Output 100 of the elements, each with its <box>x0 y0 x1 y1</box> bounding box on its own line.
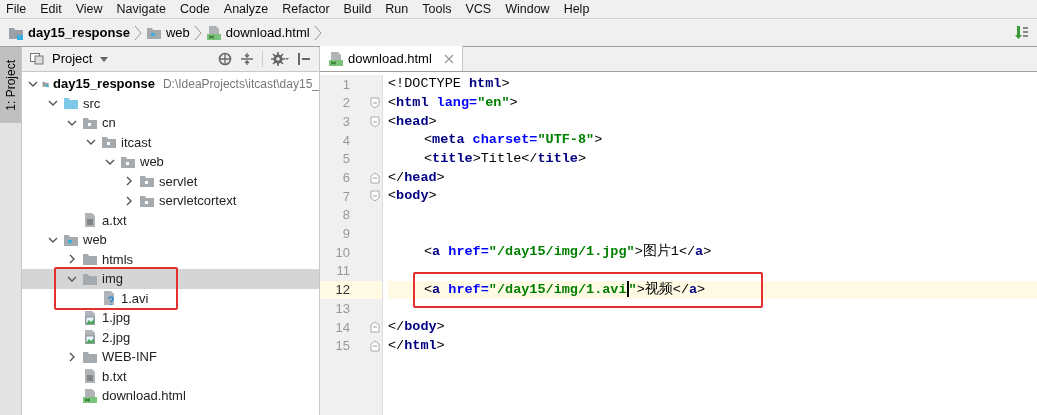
project-view-dropdown[interactable]: Project <box>52 49 109 69</box>
editor-tab[interactable]: download.html <box>320 46 463 71</box>
menu-item[interactable]: Help <box>563 0 590 19</box>
tree-item[interactable]: a.txt <box>22 210 319 230</box>
menu-item[interactable]: Refactor <box>282 0 330 19</box>
tree-item-label: servletcortext <box>159 192 237 210</box>
image-file-icon <box>82 309 98 326</box>
chevron-right-icon[interactable] <box>67 254 77 265</box>
menu-item[interactable]: Edit <box>40 0 62 19</box>
folder-icon <box>63 95 79 112</box>
breadcrumb-separator-icon <box>133 24 142 41</box>
fold-marker-icon[interactable] <box>370 97 380 110</box>
code-line: <a href="/day15/img/1.jpg">图片1</a> <box>423 242 712 262</box>
code-line: <body> <box>388 187 437 206</box>
code-line: </head> <box>388 168 445 187</box>
text-file-icon <box>82 368 98 385</box>
chevron-right-icon[interactable] <box>124 195 134 206</box>
code-line: <!DOCTYPE html> <box>388 75 510 94</box>
text-file-icon <box>82 212 98 229</box>
tree-item[interactable]: WEB-INF <box>22 347 319 367</box>
settings-icon[interactable] <box>271 52 289 66</box>
tree-item-label: cn <box>102 114 116 132</box>
fold-marker-icon[interactable] <box>370 190 380 203</box>
menu-item[interactable]: VCS <box>465 0 492 19</box>
tree-item[interactable]: htmls <box>22 249 319 269</box>
locate-icon[interactable] <box>218 52 232 66</box>
html-file-icon <box>205 24 222 41</box>
tree-item[interactable]: 1.avi <box>22 288 319 308</box>
tree-item-label: download.html <box>102 387 186 405</box>
tree-item-label: htmls <box>102 250 134 269</box>
menu-item[interactable]: View <box>75 0 103 19</box>
breadcrumb-separator-icon <box>193 24 202 41</box>
package-icon <box>101 134 117 151</box>
line-number: 1 <box>341 75 350 94</box>
code-line: <meta charset="UTF-8"> <box>423 131 603 150</box>
tree-item[interactable]: cn <box>22 113 319 133</box>
fold-marker-icon[interactable] <box>370 321 380 334</box>
tree-item-label: web <box>140 153 164 171</box>
menu-item[interactable]: Analyze <box>223 0 269 19</box>
line-number: 5 <box>341 150 350 169</box>
line-number: 8 <box>341 206 350 225</box>
folder-icon <box>82 251 98 268</box>
line-number: 12 <box>334 281 350 300</box>
line-number: 2 <box>341 94 350 113</box>
menu-item[interactable]: Build <box>343 0 372 19</box>
breadcrumb-separator-icon <box>313 24 322 41</box>
tree-item[interactable]: web <box>22 152 319 172</box>
tree-item-label: b.txt <box>102 367 127 386</box>
close-icon[interactable] <box>443 53 454 64</box>
menu-item[interactable]: File <box>6 0 27 19</box>
fold-marker-icon[interactable] <box>370 171 380 184</box>
fold-marker-icon[interactable] <box>370 115 380 128</box>
tree-item[interactable]: img <box>22 269 319 289</box>
hide-panel-icon[interactable] <box>297 52 311 66</box>
tree-item[interactable]: 2.jpg <box>22 327 319 347</box>
tree-item[interactable]: servlet <box>22 171 319 191</box>
code-line: </html> <box>388 336 445 355</box>
tree-item[interactable]: web <box>22 230 319 250</box>
chevron-right-icon[interactable] <box>124 176 134 187</box>
tree-item[interactable]: day15_response D:\IdeaProjects\itcast\day15_ <box>22 74 319 94</box>
chevron-right-icon[interactable] <box>67 351 77 362</box>
tree-item-label: web <box>83 231 107 249</box>
menu-item[interactable]: Run <box>385 0 409 19</box>
project-view-icon <box>30 53 44 65</box>
tree-item-label: src <box>83 94 101 113</box>
fold-marker-icon[interactable] <box>370 339 380 352</box>
project-tool-window-tab[interactable]: 1: Project <box>0 47 21 123</box>
tree-item-label: day15_response <box>53 75 155 93</box>
html-file-icon <box>328 50 344 67</box>
tree-item-label: a.txt <box>102 211 127 230</box>
menu-item[interactable]: Navigate <box>116 0 166 19</box>
tree-item[interactable]: b.txt <box>22 366 319 386</box>
caret-icon[interactable] <box>100 56 109 62</box>
menu-item[interactable]: Window <box>505 0 550 19</box>
tree-item[interactable]: download.html <box>22 386 319 406</box>
menu-item[interactable]: Tools <box>422 0 452 19</box>
collapse-all-icon[interactable] <box>240 52 254 66</box>
tree-item-label: 1.jpg <box>102 309 131 327</box>
tree-item[interactable]: itcast <box>22 132 319 152</box>
download-bits-icon[interactable] <box>1015 24 1029 41</box>
breadcrumb-item[interactable]: day15_response <box>8 22 130 43</box>
menu-item[interactable]: Code <box>179 0 210 19</box>
breadcrumb-item[interactable]: web <box>145 22 190 43</box>
tree-item[interactable]: 1.jpg <box>22 308 319 328</box>
code-line: <a href="/day15/img/1.avi">视频</a> <box>423 280 706 300</box>
tree-item-label: WEB-INF <box>102 348 157 366</box>
line-number: 11 <box>335 262 350 281</box>
line-number: 14 <box>334 318 350 337</box>
tree-item[interactable]: src <box>22 93 319 113</box>
line-number: 13 <box>334 299 350 318</box>
tree-item[interactable]: servletcortext <box>22 191 319 211</box>
tree-item-label: itcast <box>121 133 152 152</box>
package-icon <box>139 173 155 190</box>
code-line: <head> <box>388 112 437 131</box>
code-line: <title>Title</title> <box>423 149 587 168</box>
line-number: 6 <box>341 169 350 188</box>
tree-item-label: 1.avi <box>121 289 149 308</box>
unknown-file-icon <box>101 290 117 307</box>
breadcrumb-item[interactable]: download.html <box>205 22 310 43</box>
tree-item-label: img <box>102 270 123 288</box>
